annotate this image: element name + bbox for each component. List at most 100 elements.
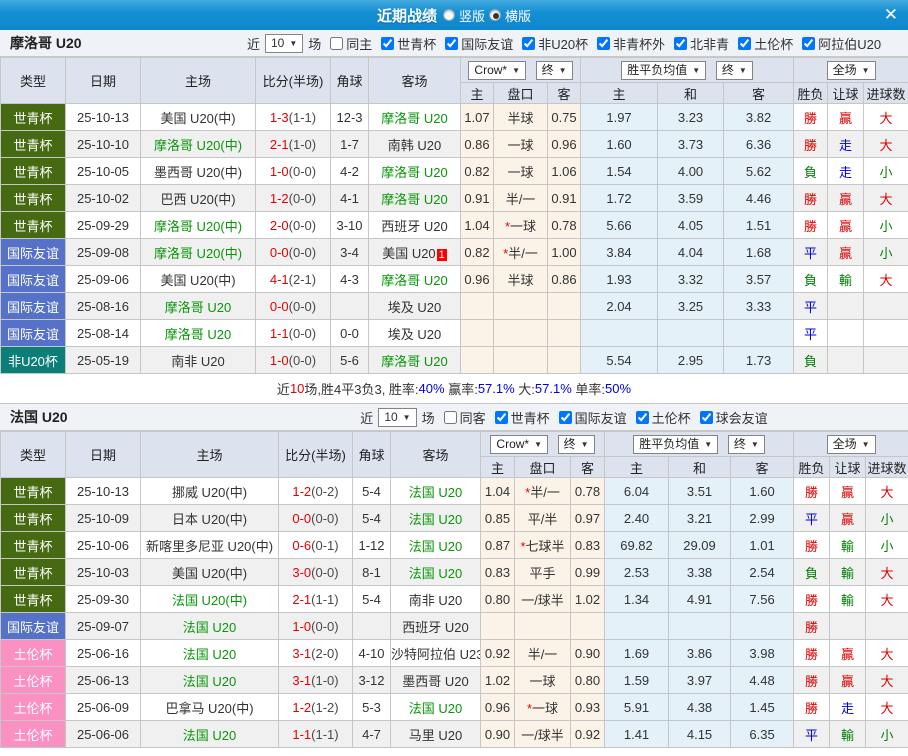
match-date: 25-09-29: [66, 212, 141, 239]
recent-count-select[interactable]: 10▼: [265, 34, 303, 53]
same-venue-checkbox[interactable]: [330, 37, 343, 50]
odds-home-cell: 0.96: [461, 266, 494, 293]
result-handicap-cell: 贏: [828, 185, 864, 212]
odds-away-cell: 0.92: [571, 721, 605, 748]
away-team: 西班牙 U20: [391, 613, 481, 640]
mean-home-cell: 69.82: [605, 532, 669, 559]
mean-away-cell: 1.73: [724, 347, 794, 374]
corner-score: 4-7: [353, 721, 391, 748]
fulltime-score: 1-1: [270, 326, 289, 341]
home-team-name: 法国 U20: [183, 647, 236, 662]
league-checkbox[interactable]: [559, 411, 572, 424]
away-team-name: 摩洛哥 U20: [381, 192, 447, 207]
odds-handicap-cell: *七球半: [515, 532, 571, 559]
titlebar: 近期战绩 竖版横版 ✕: [0, 0, 908, 30]
filter-label: 阿拉伯U20: [818, 34, 881, 53]
odds-final-select[interactable]: 终▼: [558, 435, 595, 454]
col-header-result-goals: 进球数: [864, 83, 908, 104]
result-handicap-cell: 輸: [830, 586, 866, 613]
fulltime-score: 2-0: [270, 218, 289, 233]
recent-count-select[interactable]: 10▼: [378, 408, 416, 427]
table-row: 土伦杯25-06-09巴拿马 U20(中)1-2(1-2)5-3法国 U200.…: [1, 694, 908, 721]
league-checkbox[interactable]: [381, 37, 394, 50]
recent-label: 近: [360, 408, 373, 427]
mean-draw-cell: 4.15: [669, 721, 731, 748]
away-team-name: 埃及 U20: [388, 327, 441, 342]
halftime-score: (1-1): [311, 592, 338, 607]
fulltime-select-value: 全场: [833, 437, 857, 452]
away-team-name: 摩洛哥 U20: [381, 165, 447, 180]
home-team-name: 摩洛哥 U20(中): [154, 138, 242, 153]
league-checkbox[interactable]: [738, 37, 751, 50]
mean-final-select[interactable]: 终▼: [728, 435, 765, 454]
team-title: 法国 U20: [10, 407, 230, 427]
crow-odds-select[interactable]: Crow*▼: [468, 61, 526, 80]
fulltime-select[interactable]: 全场▼: [827, 61, 876, 80]
away-team: 摩洛哥 U20: [369, 104, 461, 131]
crow-odds-select[interactable]: Crow*▼: [490, 435, 548, 454]
match-type-cell: 土伦杯: [1, 721, 66, 748]
corner-score: 4-1: [331, 185, 369, 212]
close-button[interactable]: ✕: [884, 4, 898, 26]
recent-count-value: 10: [384, 410, 397, 425]
result-wdl-cell: 平: [794, 320, 828, 347]
away-team: 南非 U20: [391, 586, 481, 613]
fulltime-score: 3-1: [292, 673, 311, 688]
league-checkbox[interactable]: [495, 411, 508, 424]
filter-label: 同主: [346, 34, 372, 53]
wdl-mean-select-value: 胜平负均值: [639, 437, 699, 452]
filter-label: 国际友谊: [461, 34, 513, 53]
league-checkbox[interactable]: [802, 37, 815, 50]
fulltime-score: 3-1: [292, 646, 311, 661]
odds-handicap-cell: *半/一: [494, 239, 548, 266]
filter-label: 北非青: [690, 34, 729, 53]
odds-group-header: Crow*▼ 终▼: [461, 58, 581, 83]
odds-handicap-cell: 一球: [515, 667, 571, 694]
match-date: 25-10-13: [66, 478, 141, 505]
team-title: 摩洛哥 U20: [10, 33, 230, 53]
result-group-header: 全场▼: [794, 58, 908, 83]
match-date: 25-06-13: [66, 667, 141, 694]
col-header-odds-away: 客: [571, 457, 605, 478]
col-header-mean-away: 客: [731, 457, 794, 478]
fulltime-select[interactable]: 全场▼: [827, 435, 876, 454]
col-header-score: 比分(半场): [256, 58, 331, 104]
record-summary: 近10场,胜4平3负3, 胜率:40% 赢率:57.1% 大:57.1% 单率:…: [0, 374, 908, 404]
league-checkbox[interactable]: [636, 411, 649, 424]
home-team: 法国 U20: [141, 613, 279, 640]
home-team: 摩洛哥 U20: [141, 320, 256, 347]
match-type-cell: 土伦杯: [1, 667, 66, 694]
wdl-mean-select[interactable]: 胜平负均值▼: [621, 61, 706, 80]
crow-odds-select-value: Crow*: [474, 63, 507, 78]
vertical-layout-radio[interactable]: [443, 9, 455, 21]
mean-group-header: 胜平负均值▼ 终▼: [605, 432, 794, 457]
mean-away-cell: 3.82: [724, 104, 794, 131]
mean-final-select-value: 终: [722, 63, 734, 78]
away-team-name: 摩洛哥 U20: [381, 354, 447, 369]
horizontal-layout-radio[interactable]: [489, 9, 501, 21]
league-checkbox[interactable]: [700, 411, 713, 424]
page-title: 近期战绩: [377, 5, 437, 26]
away-team-name: 法国 U20: [409, 512, 462, 527]
same-venue-checkbox[interactable]: [444, 411, 457, 424]
home-team: 新喀里多尼亚 U20(中): [141, 532, 279, 559]
mean-away-cell: 3.57: [724, 266, 794, 293]
halftime-score: (0-1): [311, 538, 338, 553]
league-checkbox[interactable]: [597, 37, 610, 50]
odds-final-select[interactable]: 终▼: [536, 61, 573, 80]
wdl-mean-select[interactable]: 胜平负均值▼: [633, 435, 718, 454]
away-team: 摩洛哥 U20: [369, 266, 461, 293]
league-checkbox[interactable]: [445, 37, 458, 50]
match-date: 25-10-02: [66, 185, 141, 212]
match-score: 3-0(0-0): [279, 559, 353, 586]
filter-controls: 近10▼场同客世青杯国际友谊土伦杯球会友谊: [230, 408, 898, 427]
home-team-name: 美国 U20(中): [160, 111, 235, 126]
mean-final-select[interactable]: 终▼: [716, 61, 753, 80]
layout-radio-label: 竖版: [459, 6, 485, 25]
odds-away-cell: [548, 320, 581, 347]
halftime-score: (0-0): [289, 245, 316, 260]
league-checkbox[interactable]: [522, 37, 535, 50]
league-checkbox[interactable]: [674, 37, 687, 50]
mean-draw-cell: 4.04: [658, 239, 724, 266]
odds-home-cell: [461, 293, 494, 320]
